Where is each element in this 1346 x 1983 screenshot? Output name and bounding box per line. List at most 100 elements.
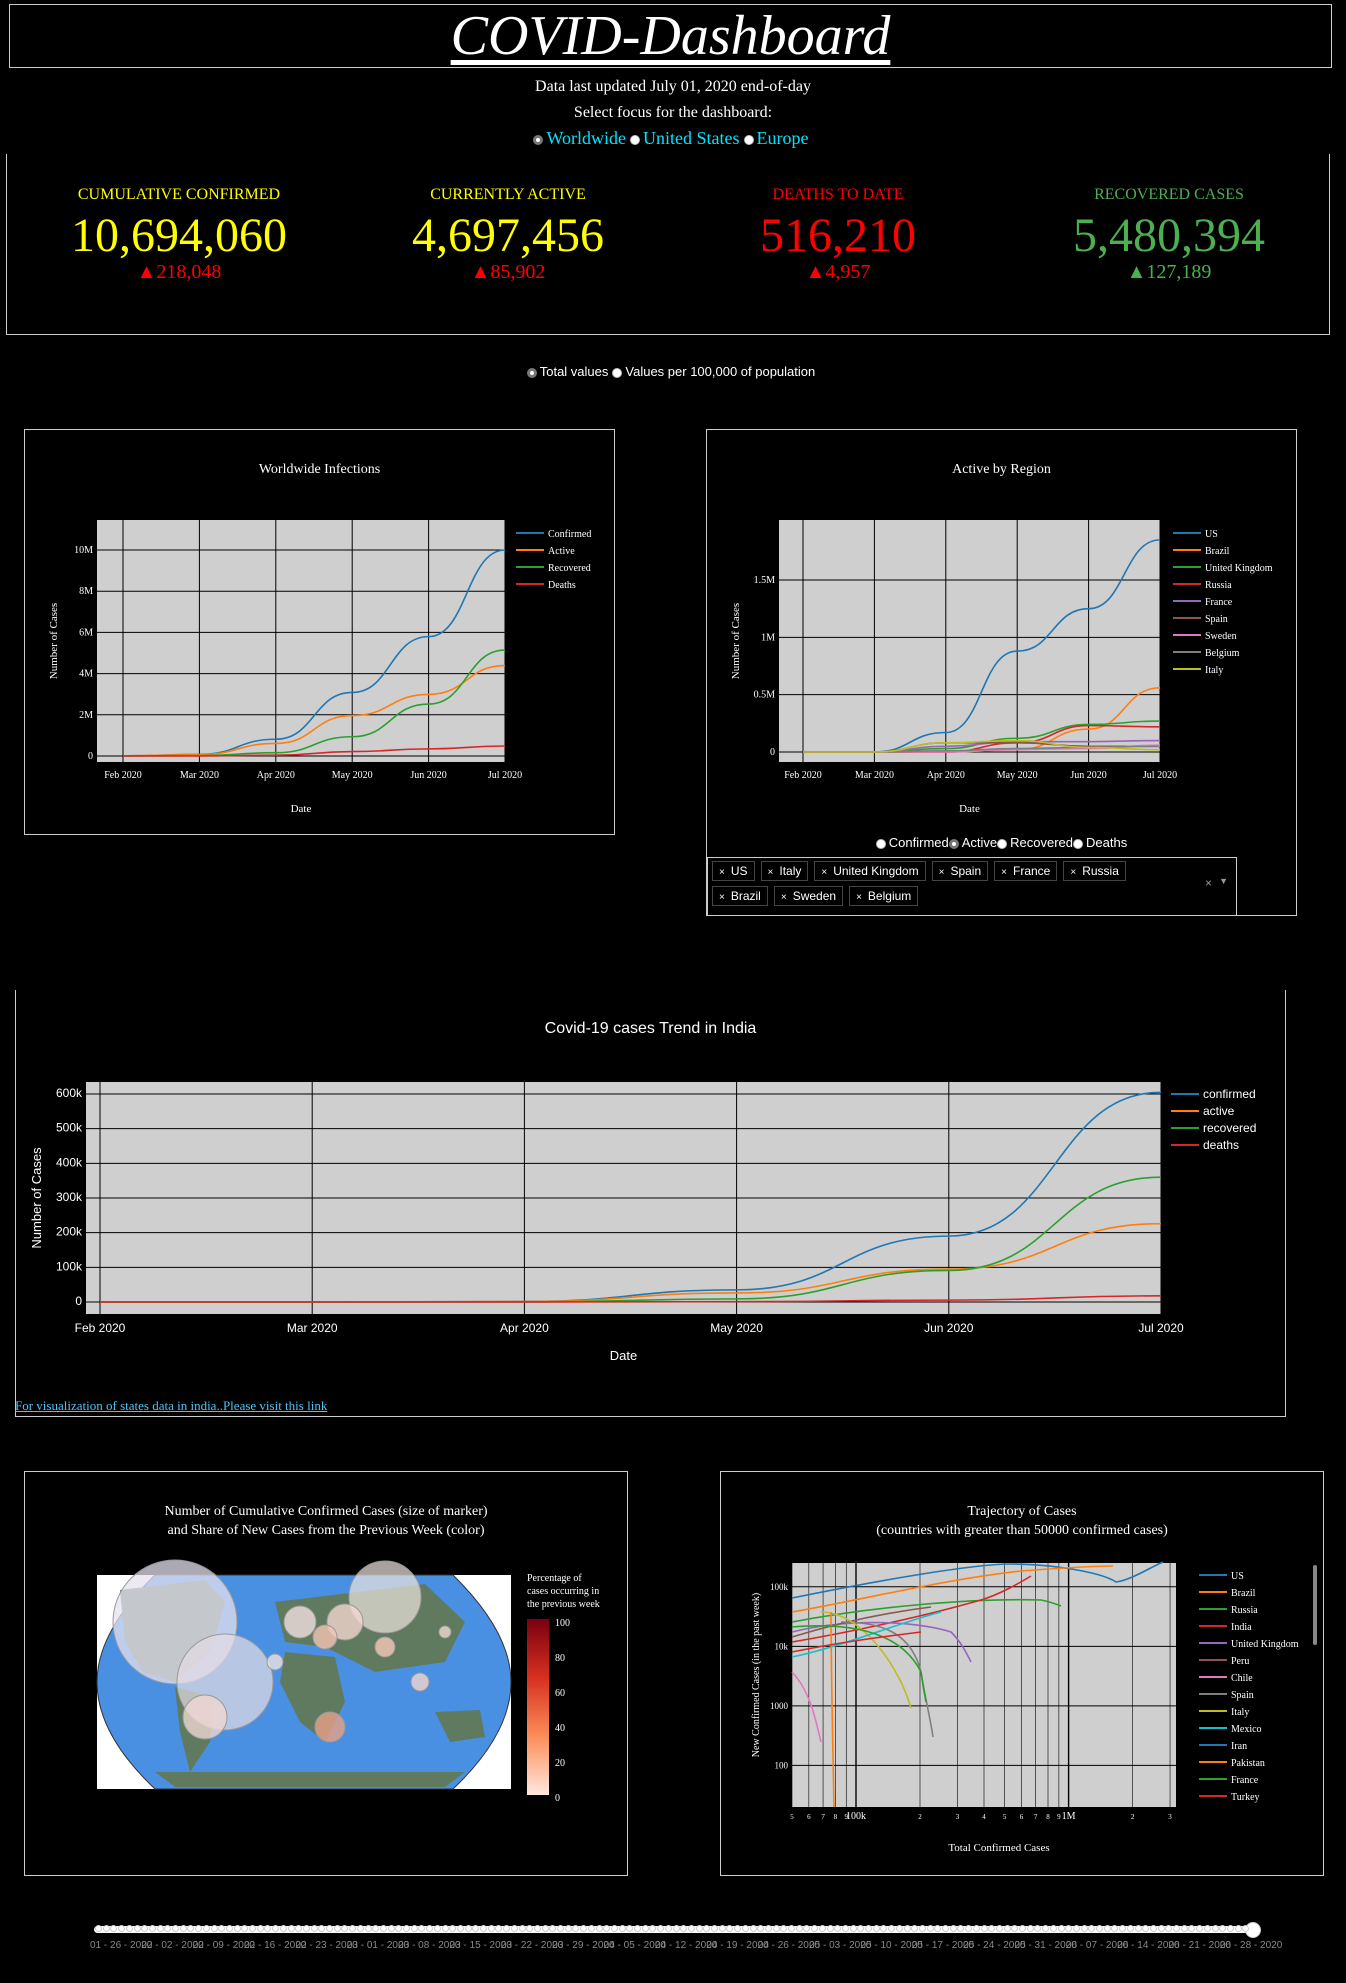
- slider-step-dot[interactable]: [1157, 1925, 1165, 1932]
- slider-step-dot[interactable]: [102, 1925, 110, 1932]
- slider-step-dot[interactable]: [364, 1925, 372, 1932]
- slider-step-dot[interactable]: [510, 1925, 518, 1932]
- slider-step-dot[interactable]: [302, 1925, 310, 1932]
- slider-step-dot[interactable]: [441, 1925, 449, 1932]
- slider-step-dot[interactable]: [1003, 1925, 1011, 1932]
- slider-step-dot[interactable]: [1072, 1925, 1080, 1932]
- slider-step-dot[interactable]: [379, 1925, 387, 1932]
- remove-tag-icon[interactable]: ×: [719, 867, 725, 878]
- slider-step-dot[interactable]: [387, 1925, 395, 1932]
- slider-step-dot[interactable]: [202, 1925, 210, 1932]
- slider-step-dot[interactable]: [326, 1925, 333, 1932]
- slider-step-dot[interactable]: [664, 1925, 672, 1932]
- value-toggle-option-1[interactable]: Values per 100,000 of population: [612, 364, 815, 379]
- radio-icon[interactable]: [630, 134, 641, 145]
- slider-step-dot[interactable]: [225, 1925, 233, 1932]
- slider-step-dot[interactable]: [480, 1925, 487, 1932]
- slider-step-dot[interactable]: [918, 1925, 926, 1932]
- slider-step-dot[interactable]: [1134, 1925, 1142, 1932]
- slider-step-dot[interactable]: [518, 1925, 526, 1932]
- slider-step-dot[interactable]: [487, 1925, 495, 1932]
- slider-step-dot[interactable]: [1180, 1925, 1188, 1932]
- slider-step-dot[interactable]: [634, 1925, 641, 1932]
- slider-step-dot[interactable]: [695, 1925, 703, 1932]
- slider-step-dot[interactable]: [788, 1925, 795, 1932]
- chevron-down-icon[interactable]: ▼: [1219, 876, 1228, 886]
- slider-step-dot[interactable]: [1096, 1925, 1103, 1932]
- region-metric-option-3[interactable]: Deaths: [1073, 835, 1127, 850]
- remove-tag-icon[interactable]: ×: [821, 867, 827, 878]
- slider-step-dot[interactable]: [980, 1925, 988, 1932]
- slider-step-dot[interactable]: [210, 1925, 218, 1932]
- slider-step-dot[interactable]: [865, 1925, 872, 1932]
- region-multiselect[interactable]: × US × Italy × United Kingdom × Spain × France × Ru…: [707, 857, 1237, 916]
- remove-tag-icon[interactable]: ×: [856, 892, 862, 903]
- radio-icon[interactable]: [526, 367, 537, 378]
- slider-step-dot[interactable]: [541, 1925, 549, 1932]
- slider-step-dot[interactable]: [764, 1925, 772, 1932]
- slider-step-dot[interactable]: [1203, 1925, 1211, 1932]
- slider-step-dot[interactable]: [456, 1925, 464, 1932]
- radio-icon[interactable]: [875, 838, 886, 849]
- slider-step-dot[interactable]: [403, 1925, 410, 1932]
- slider-step-dot[interactable]: [533, 1925, 541, 1932]
- slider-step-dot[interactable]: [1103, 1925, 1111, 1932]
- slider-step-dot[interactable]: [564, 1925, 572, 1932]
- value-toggle-option-0[interactable]: Total values: [526, 364, 608, 379]
- slider-step-dot[interactable]: [903, 1925, 911, 1932]
- slider-step-dot[interactable]: [641, 1925, 649, 1932]
- slider-step-dot[interactable]: [942, 1925, 949, 1932]
- slider-step-dot[interactable]: [895, 1925, 903, 1932]
- slider-step-dot[interactable]: [125, 1925, 133, 1932]
- remove-tag-icon[interactable]: ×: [781, 892, 787, 903]
- focus-option-2[interactable]: Europe: [743, 128, 809, 148]
- radio-icon[interactable]: [1073, 838, 1084, 849]
- slider-step-dot[interactable]: [287, 1925, 295, 1932]
- region-tag[interactable]: × Brazil: [712, 886, 768, 906]
- slider-step-dot[interactable]: [949, 1925, 957, 1932]
- region-tag[interactable]: × United Kingdom: [814, 861, 926, 881]
- slider-step-dot[interactable]: [464, 1925, 472, 1932]
- region-tag[interactable]: × Spain: [931, 861, 989, 881]
- remove-tag-icon[interactable]: ×: [719, 892, 725, 903]
- slider-step-dot[interactable]: [356, 1925, 364, 1932]
- slider-step-dot[interactable]: [410, 1925, 418, 1932]
- radio-icon[interactable]: [533, 134, 544, 145]
- region-metric-option-1[interactable]: Active: [948, 835, 997, 850]
- slider-step-dot[interactable]: [926, 1925, 934, 1932]
- slider-step-dot[interactable]: [1173, 1925, 1180, 1932]
- region-metric-option-2[interactable]: Recovered: [997, 835, 1073, 850]
- slider-step-dot[interactable]: [249, 1925, 256, 1932]
- slider-step-dot[interactable]: [1057, 1925, 1065, 1932]
- slider-step-dot[interactable]: [1019, 1925, 1026, 1932]
- slider-step-dot[interactable]: [256, 1925, 264, 1932]
- slider-step-dot[interactable]: [849, 1925, 857, 1932]
- slider-step-dot[interactable]: [872, 1925, 880, 1932]
- slider-step-dot[interactable]: [672, 1925, 680, 1932]
- slider-step-dot[interactable]: [333, 1925, 341, 1932]
- slider-step-dot[interactable]: [148, 1925, 156, 1932]
- slider-step-dot[interactable]: [172, 1925, 179, 1932]
- slider-step-dot[interactable]: [587, 1925, 595, 1932]
- remove-tag-icon[interactable]: ×: [1070, 867, 1076, 878]
- slider-step-dot[interactable]: [1080, 1925, 1088, 1932]
- region-tag[interactable]: × US: [712, 861, 755, 881]
- slider-step-dot[interactable]: [1126, 1925, 1134, 1932]
- region-tag[interactable]: × France: [994, 861, 1058, 881]
- slider-step-dot[interactable]: [972, 1925, 980, 1932]
- slider-step-dot[interactable]: [233, 1925, 241, 1932]
- slider-step-dot[interactable]: [795, 1925, 803, 1932]
- slider-step-dot[interactable]: [841, 1925, 849, 1932]
- slider-step-dot[interactable]: [1049, 1925, 1057, 1932]
- radio-icon[interactable]: [997, 838, 1008, 849]
- slider-step-dot[interactable]: [95, 1925, 102, 1932]
- region-tag[interactable]: × Sweden: [773, 886, 844, 906]
- slider-step-dot[interactable]: [595, 1925, 603, 1932]
- slider-step-dot[interactable]: [1026, 1925, 1034, 1932]
- region-metric-option-0[interactable]: Confirmed: [875, 835, 949, 850]
- slider-step-dot[interactable]: [610, 1925, 618, 1932]
- slider-step-dot[interactable]: [279, 1925, 287, 1932]
- remove-tag-icon[interactable]: ×: [939, 867, 945, 878]
- slider-step-dot[interactable]: [818, 1925, 826, 1932]
- slider-step-dot[interactable]: [1234, 1925, 1242, 1932]
